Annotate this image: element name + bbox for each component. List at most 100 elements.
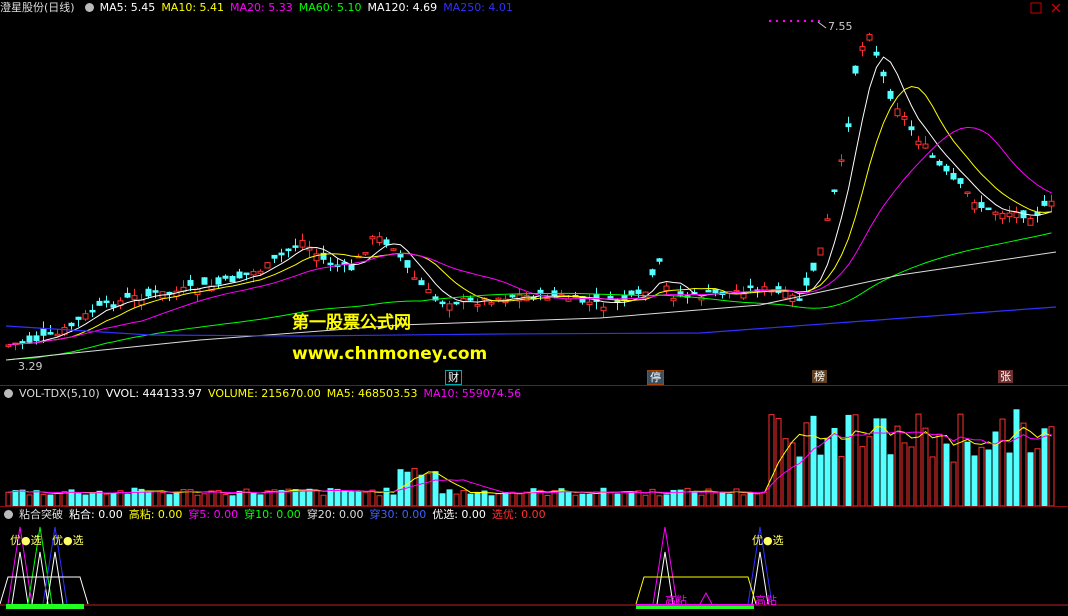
volume-bar bbox=[82, 494, 89, 506]
signal-band bbox=[6, 604, 84, 609]
volume-bar bbox=[131, 487, 138, 506]
candle-body bbox=[971, 202, 978, 210]
volume-bar bbox=[831, 427, 838, 506]
volume-indicator-name[interactable]: VOL-TDX(5,10) bbox=[19, 387, 100, 400]
volume-bar bbox=[845, 414, 852, 506]
candle-body bbox=[600, 306, 607, 312]
dropdown-circle-icon[interactable] bbox=[4, 510, 13, 519]
event-tag-limit[interactable]: 张 bbox=[998, 370, 1013, 383]
price-panel[interactable]: 澄星股份(日线) MA5: 5.45 MA10: 5.41 MA20: 5.33 MA6… bbox=[0, 0, 1068, 385]
signal-spike bbox=[699, 591, 713, 605]
candle-body bbox=[873, 51, 880, 56]
volume-bar bbox=[75, 493, 82, 506]
candle-body bbox=[635, 289, 642, 294]
volume-bar bbox=[964, 441, 971, 506]
signal-chart[interactable] bbox=[0, 507, 1068, 616]
volume-bar bbox=[488, 495, 495, 506]
volume-bar bbox=[516, 493, 523, 506]
volume-bar bbox=[656, 495, 663, 506]
volume-bar bbox=[257, 494, 264, 506]
candle-body bbox=[999, 212, 1006, 220]
volume-bar bbox=[1013, 409, 1020, 506]
candle-body bbox=[229, 276, 236, 283]
high-marker-dot bbox=[803, 19, 807, 23]
volume-bar bbox=[523, 491, 530, 506]
candle-body bbox=[278, 252, 285, 256]
candle-body bbox=[831, 189, 838, 192]
candle-body bbox=[509, 294, 516, 298]
event-tag-ranking[interactable]: 榜 bbox=[812, 370, 827, 383]
candle-body bbox=[257, 270, 264, 274]
candle-body bbox=[936, 160, 943, 166]
volume-bar bbox=[166, 494, 173, 506]
candle-body bbox=[299, 240, 306, 248]
candle-body bbox=[922, 143, 929, 149]
stock-name[interactable]: 澄星股份 bbox=[0, 1, 44, 14]
signal-value-label: 粘合: 0.00 bbox=[69, 508, 123, 521]
candle-body bbox=[586, 301, 593, 305]
volume-bar bbox=[5, 491, 12, 506]
volume-bar bbox=[222, 494, 229, 506]
candle-body bbox=[495, 297, 502, 301]
volume-bar bbox=[999, 418, 1006, 506]
volume-bar bbox=[971, 455, 978, 506]
candle-body bbox=[404, 260, 411, 268]
candle-body bbox=[817, 247, 824, 256]
candle-body bbox=[663, 285, 670, 291]
high-pointer bbox=[817, 21, 827, 29]
ma-value-label: MA10: 5.41 bbox=[161, 1, 225, 14]
volume-bar bbox=[474, 492, 481, 506]
volume-bar bbox=[47, 494, 54, 506]
volume-panel[interactable]: VOL-TDX(5,10) VVOL: 444133.97 VOLUME: 2156… bbox=[0, 386, 1068, 506]
event-tag-suspend[interactable]: 停 bbox=[647, 370, 664, 385]
candlestick-chart[interactable] bbox=[0, 0, 1068, 385]
signal-marker: 优●选 bbox=[10, 534, 42, 547]
candle-body bbox=[40, 328, 47, 336]
candle-body bbox=[782, 290, 789, 299]
signal-marker: 优●选 bbox=[52, 534, 84, 547]
candle-body bbox=[1027, 217, 1034, 226]
volume-bar bbox=[817, 454, 824, 506]
signal-marker: 优●选 bbox=[752, 534, 784, 547]
high-marker-dot bbox=[768, 19, 772, 23]
signal-panel[interactable]: 粘合突破 粘合: 0.00 高粘: 0.00 穿5: 0.00 穿10: 0.00 穿20… bbox=[0, 507, 1068, 616]
candle-body bbox=[82, 313, 89, 320]
candle-body bbox=[901, 115, 908, 120]
panel-menu-icon[interactable] bbox=[1030, 2, 1042, 14]
volume-bar bbox=[1034, 448, 1041, 506]
candle-body bbox=[747, 285, 754, 289]
dropdown-circle-icon[interactable] bbox=[84, 3, 94, 12]
candle-body bbox=[474, 304, 481, 307]
event-tag-finance[interactable]: 财 bbox=[445, 370, 462, 385]
candle-body bbox=[740, 293, 747, 299]
period-label: (日线) bbox=[44, 1, 75, 14]
panel-close-icon[interactable] bbox=[1050, 2, 1062, 14]
candle-body bbox=[145, 288, 152, 297]
volume-bar bbox=[628, 491, 635, 506]
candle-body bbox=[110, 304, 117, 308]
volume-chart[interactable] bbox=[0, 386, 1068, 506]
high-marker-dot bbox=[782, 19, 786, 23]
candle-body bbox=[845, 123, 852, 128]
volume-bar bbox=[152, 490, 159, 506]
volume-bar bbox=[383, 487, 390, 506]
volume-bar bbox=[866, 436, 873, 506]
signal-indicator-name[interactable]: 粘合突破 bbox=[19, 508, 63, 521]
candle-body bbox=[866, 34, 873, 41]
volume-bar bbox=[985, 449, 992, 506]
volume-bar bbox=[341, 490, 348, 506]
volume-labels: VVOL: 444133.97 VOLUME: 215670.00 MA5: 468… bbox=[106, 387, 528, 400]
candle-body bbox=[670, 297, 677, 302]
watermark-url: www.chnmoney.com bbox=[292, 344, 488, 364]
volume-bar bbox=[439, 493, 446, 506]
volume-bar bbox=[411, 467, 418, 506]
candle-body bbox=[985, 207, 992, 211]
volume-bar bbox=[355, 491, 362, 506]
volume-bar bbox=[544, 495, 551, 506]
volume-bar bbox=[1027, 452, 1034, 506]
volume-bar bbox=[978, 446, 985, 506]
dropdown-circle-icon[interactable] bbox=[4, 389, 13, 398]
candle-body bbox=[383, 239, 390, 245]
volume-bar bbox=[838, 456, 845, 506]
candle-body bbox=[243, 272, 250, 276]
